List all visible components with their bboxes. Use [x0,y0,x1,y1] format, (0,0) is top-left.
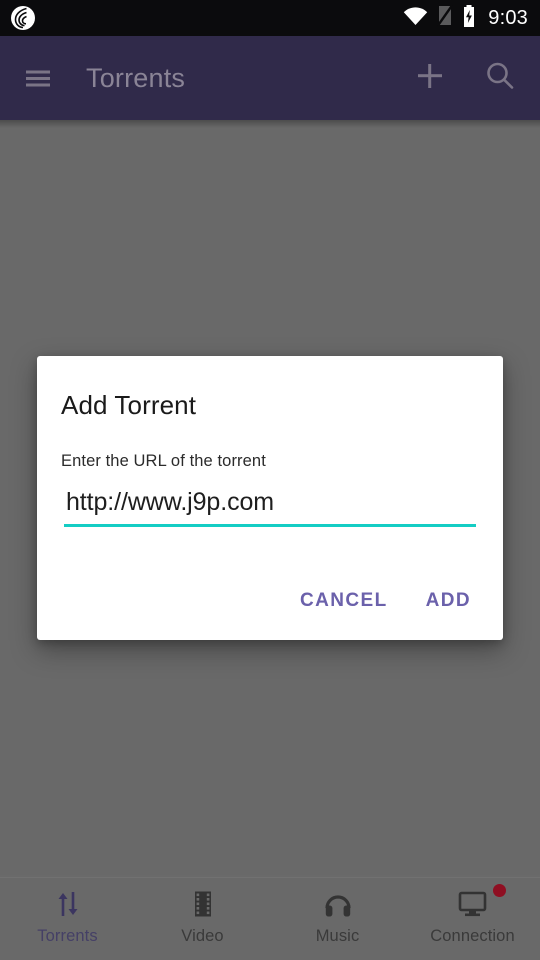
status-bar-icons: 9:03 [403,4,528,32]
bittorrent-logo-icon [10,5,36,31]
nav-item-music[interactable]: Music [270,878,405,960]
nav-item-video[interactable]: Video [135,878,270,960]
nav-label-video: Video [181,927,224,945]
plus-icon[interactable] [412,58,452,98]
cancel-button[interactable]: CANCEL [288,581,400,621]
nav-label-torrents: Torrents [37,927,98,945]
url-input-underline [64,524,476,527]
phone-screen: 9:03 Torrents Add Torrent Enter the URL … [0,0,540,960]
url-input[interactable] [63,488,475,524]
app-bar: Torrents [0,36,540,128]
nav-item-torrents[interactable]: Torrents [0,878,135,960]
film-strip-icon [187,887,219,921]
url-field [61,488,479,527]
bottom-navigation: Torrents Video Music Connection [0,877,540,960]
wifi-full-icon [403,6,428,31]
headphones-icon [322,887,354,921]
add-button[interactable]: ADD [414,581,483,621]
no-sim-signal-icon [437,4,454,31]
transfer-arrows-icon [52,887,84,921]
monitor-icon [456,887,490,921]
dialog-title: Add Torrent [61,390,197,420]
connection-badge-dot [493,884,506,897]
status-bar: 9:03 [0,0,540,36]
search-icon[interactable] [482,58,522,98]
nav-label-connection: Connection [430,927,515,945]
page-title: Torrents [86,62,186,93]
nav-label-music: Music [315,927,360,945]
dialog-actions: CANCEL ADD [288,581,483,621]
add-torrent-dialog: Add Torrent Enter the URL of the torrent… [37,356,503,640]
hamburger-menu-icon[interactable] [18,58,58,98]
battery-charging-icon [462,4,476,32]
status-clock: 9:03 [488,6,528,29]
nav-item-connection[interactable]: Connection [405,878,540,960]
app-bar-actions [412,58,522,98]
dialog-message: Enter the URL of the torrent [61,452,266,470]
